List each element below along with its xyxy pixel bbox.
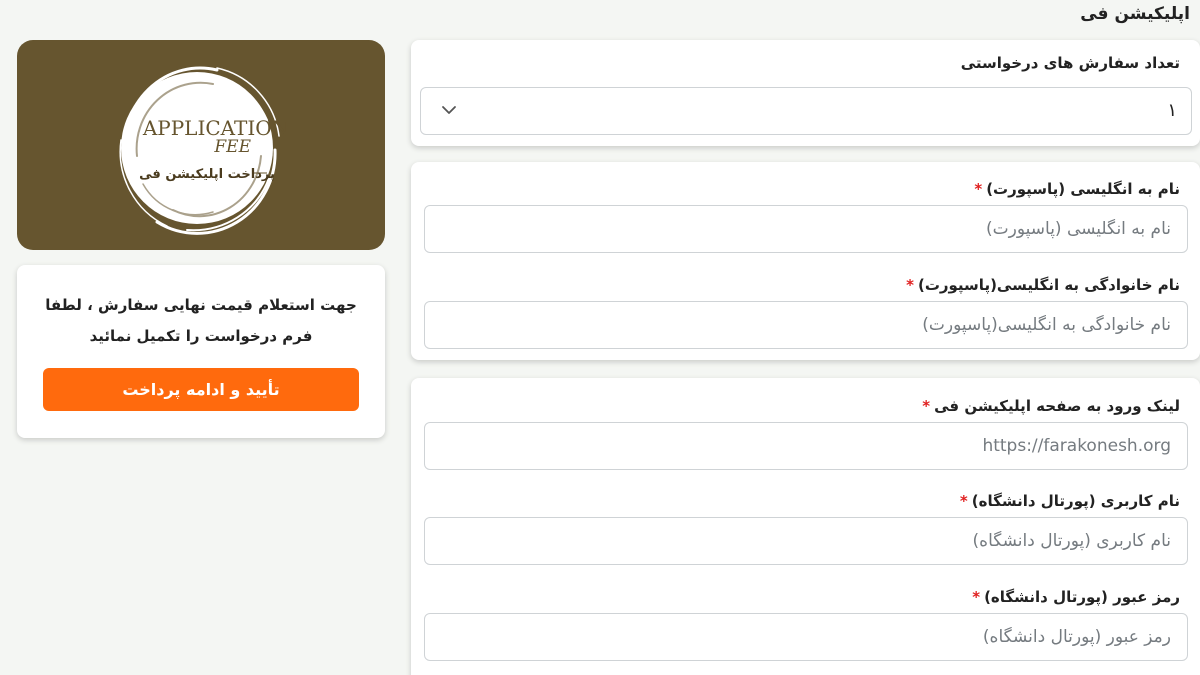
required-mark: * [972,588,981,606]
password-label-text: رمز عبور (پورتال دانشگاه) [984,588,1180,606]
required-mark: * [974,180,983,198]
price-inquiry-text: جهت استعلام قیمت نهایی سفارش ، لطفا فرم … [45,296,357,345]
required-mark: * [906,276,914,294]
chevron-down-icon [442,106,456,114]
confirm-and-pay-button[interactable]: تأیید و ادامه پرداخت [43,368,359,411]
application-fee-logo: APPLICATION FEE پرداخت اپلیکیشن فی [17,40,385,250]
last-name-input[interactable] [424,301,1188,349]
password-label: رمز عبور (پورتال دانشگاه)* [972,588,1180,606]
logo-line-3: پرداخت اپلیکیشن فی [139,167,275,182]
last-name-label-text: نام خانوادگی به انگلیسی(پاسپورت) [917,276,1180,294]
portal-link-input[interactable] [424,422,1188,470]
logo-line-2: FEE [213,137,251,157]
required-mark: * [922,397,931,415]
username-label: نام کاربری (پورتال دانشگاه)* [960,492,1180,510]
password-input[interactable] [424,613,1188,661]
username-label-text: نام کاربری (پورتال دانشگاه) [971,492,1180,510]
portal-link-label: لینک ورود به صفحه اپلیکیشن فی* [922,397,1180,415]
price-inquiry-card: جهت استعلام قیمت نهایی سفارش ، لطفا فرم … [17,265,385,438]
order-count-card: تعداد سفارش های درخواستی ۱ [411,40,1200,146]
order-count-value: ۱ [1167,100,1177,121]
username-input[interactable] [424,517,1188,565]
order-count-label: تعداد سفارش های درخواستی [960,54,1180,72]
last-name-label: نام خانوادگی به انگلیسی(پاسپورت)* [906,276,1180,294]
first-name-input[interactable] [424,205,1188,253]
order-count-select[interactable]: ۱ [420,87,1192,135]
portal-credentials-card: لینک ورود به صفحه اپلیکیشن فی* نام کاربر… [411,378,1200,675]
portal-link-label-text: لینک ورود به صفحه اپلیکیشن فی [934,397,1180,415]
first-name-label-text: نام به انگلیسی (پاسپورت) [986,180,1180,198]
first-name-label: نام به انگلیسی (پاسپورت)* [974,180,1180,198]
page-title: اپلیکیشن فی [1080,4,1190,24]
logo-emblem: APPLICATION FEE پرداخت اپلیکیشن فی [119,66,289,235]
required-mark: * [959,492,968,510]
passport-names-card: نام به انگلیسی (پاسپورت)* نام خانوادگی ب… [411,162,1200,360]
